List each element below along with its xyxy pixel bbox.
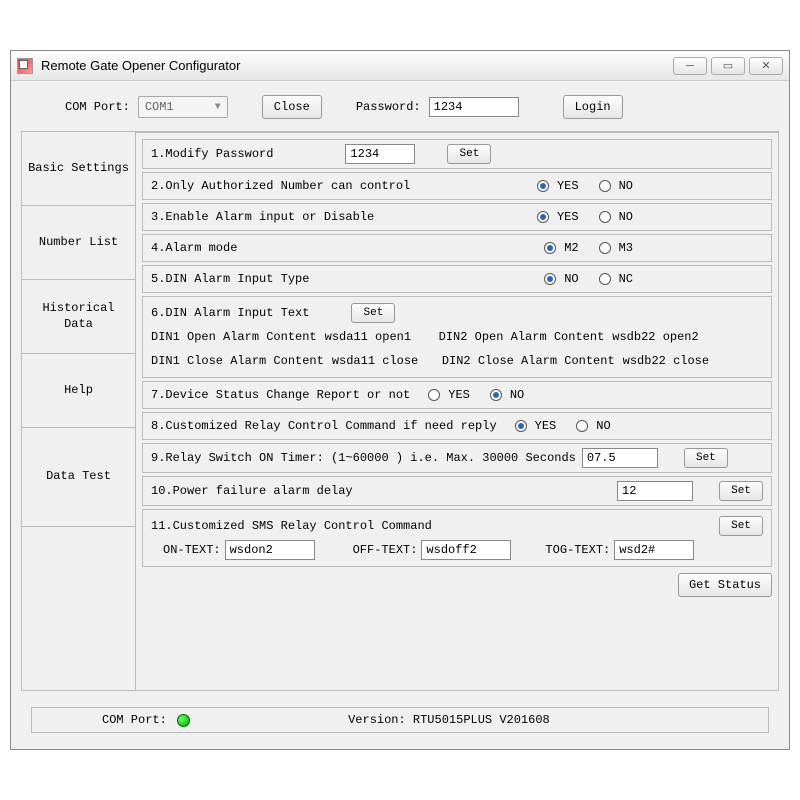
din-text-set-button[interactable]: Set <box>351 303 395 323</box>
authorized-only-label: 2.Only Authorized Number can control <box>151 179 410 193</box>
side-tabs: Basic Settings Number List Historical Da… <box>21 132 135 691</box>
tab-basic-settings[interactable]: Basic Settings <box>21 131 135 206</box>
com-port-label: COM Port: <box>65 100 130 114</box>
alarm-mode-m3-radio[interactable] <box>599 242 611 254</box>
row-din-type: 5.DIN Alarm Input Type NO NC <box>142 265 772 293</box>
power-fail-input[interactable] <box>617 481 693 501</box>
row-authorized-only: 2.Only Authorized Number can control YES… <box>142 172 772 200</box>
authorized-no-label: NO <box>619 179 633 193</box>
din-type-nc-label: NC <box>619 272 633 286</box>
enable-alarm-label: 3.Enable Alarm input or Disable <box>151 210 374 224</box>
settings-panel: 1.Modify Password Set 2.Only Authorized … <box>135 132 779 691</box>
relay-timer-label: 9.Relay Switch ON Timer: (1~60000 ) i.e.… <box>151 451 576 465</box>
relay-timer-input[interactable] <box>582 448 658 468</box>
status-bar: COM Port: Version: RTU5015PLUS V201608 <box>31 707 769 733</box>
din2-open-input[interactable] <box>608 327 706 347</box>
din2-open-label: DIN2 Open Alarm Content <box>439 330 605 344</box>
status-report-yes-radio[interactable] <box>428 389 440 401</box>
login-button[interactable]: Login <box>563 95 623 119</box>
password-label: Password: <box>356 100 421 114</box>
tab-number-list[interactable]: Number List <box>21 205 135 280</box>
din-text-label: 6.DIN Alarm Input Text <box>151 306 309 320</box>
alarm-mode-m2-label: M2 <box>564 241 578 255</box>
row-status-report: 7.Device Status Change Report or not YES… <box>142 381 772 409</box>
status-report-yes-label: YES <box>448 388 470 402</box>
enable-alarm-yes-label: YES <box>557 210 579 224</box>
row-modify-password: 1.Modify Password Set <box>142 139 772 169</box>
tab-historical-data[interactable]: Historical Data <box>21 279 135 354</box>
din2-close-input[interactable] <box>619 351 713 371</box>
tabs-filler <box>21 527 135 691</box>
titlebar: Remote Gate Opener Configurator ─ ▭ ✕ <box>11 51 789 81</box>
authorized-no-radio[interactable] <box>599 180 611 192</box>
alarm-mode-m2-radio[interactable] <box>544 242 556 254</box>
com-status-led-icon <box>177 714 190 727</box>
relay-reply-no-radio[interactable] <box>576 420 588 432</box>
close-port-button[interactable]: Close <box>262 95 322 119</box>
chevron-down-icon: ▼ <box>215 102 221 113</box>
password-input[interactable] <box>429 97 519 117</box>
modify-password-set-button[interactable]: Set <box>447 144 491 164</box>
on-text-label: ON-TEXT: <box>163 543 221 557</box>
row-alarm-mode: 4.Alarm mode M2 M3 <box>142 234 772 262</box>
power-fail-set-button[interactable]: Set <box>719 481 763 501</box>
row-enable-alarm: 3.Enable Alarm input or Disable YES NO <box>142 203 772 231</box>
enable-alarm-no-label: NO <box>619 210 633 224</box>
tab-help[interactable]: Help <box>21 353 135 428</box>
relay-reply-no-label: NO <box>596 419 610 433</box>
tog-text-input[interactable] <box>614 540 694 560</box>
tog-text-label: TOG-TEXT: <box>545 543 610 557</box>
status-report-no-radio[interactable] <box>490 389 502 401</box>
din1-open-label: DIN1 Open Alarm Content <box>151 330 317 344</box>
relay-reply-yes-radio[interactable] <box>515 420 527 432</box>
relay-reply-yes-label: YES <box>535 419 557 433</box>
window-title: Remote Gate Opener Configurator <box>41 58 669 73</box>
enable-alarm-yes-radio[interactable] <box>537 211 549 223</box>
app-window: Remote Gate Opener Configurator ─ ▭ ✕ CO… <box>10 50 790 750</box>
row-relay-reply: 8.Customized Relay Control Command if ne… <box>142 412 772 440</box>
row-power-fail: 10.Power failure alarm delay Set <box>142 476 772 506</box>
on-text-input[interactable] <box>225 540 315 560</box>
modify-password-input[interactable] <box>345 144 415 164</box>
sms-command-set-button[interactable]: Set <box>719 516 763 536</box>
din-type-no-label: NO <box>564 272 578 286</box>
version-label: Version: RTU5015PLUS V201608 <box>348 713 550 727</box>
off-text-label: OFF-TEXT: <box>353 543 418 557</box>
relay-timer-set-button[interactable]: Set <box>684 448 728 468</box>
din1-open-input[interactable] <box>321 327 419 347</box>
status-report-label: 7.Device Status Change Report or not <box>151 388 410 402</box>
modify-password-label: 1.Modify Password <box>151 147 273 161</box>
status-com-label: COM Port: <box>102 713 167 727</box>
close-window-button[interactable]: ✕ <box>749 57 783 75</box>
row-relay-timer: 9.Relay Switch ON Timer: (1~60000 ) i.e.… <box>142 443 772 473</box>
com-port-select[interactable]: COM1 ▼ <box>138 96 228 118</box>
din-type-label: 5.DIN Alarm Input Type <box>151 272 309 286</box>
din1-close-label: DIN1 Close Alarm Content <box>151 354 324 368</box>
tab-data-test[interactable]: Data Test <box>21 427 135 527</box>
alarm-mode-label: 4.Alarm mode <box>151 241 237 255</box>
authorized-yes-radio[interactable] <box>537 180 549 192</box>
enable-alarm-no-radio[interactable] <box>599 211 611 223</box>
alarm-mode-m3-label: M3 <box>619 241 633 255</box>
row-sms-command: 11.Customized SMS Relay Control Command … <box>142 509 772 567</box>
row-din-text: 6.DIN Alarm Input Text Set DIN1 Open Ala… <box>142 296 772 378</box>
connection-bar: COM Port: COM1 ▼ Close Password: Login <box>21 89 779 131</box>
off-text-input[interactable] <box>421 540 511 560</box>
power-fail-label: 10.Power failure alarm delay <box>151 484 353 498</box>
din1-close-input[interactable] <box>328 351 422 371</box>
com-port-value: COM1 <box>145 100 174 114</box>
din-type-nc-radio[interactable] <box>599 273 611 285</box>
din-type-no-radio[interactable] <box>544 273 556 285</box>
din2-close-label: DIN2 Close Alarm Content <box>442 354 615 368</box>
status-report-no-label: NO <box>510 388 524 402</box>
maximize-button[interactable]: ▭ <box>711 57 745 75</box>
authorized-yes-label: YES <box>557 179 579 193</box>
sms-command-label: 11.Customized SMS Relay Control Command <box>151 519 432 533</box>
relay-reply-label: 8.Customized Relay Control Command if ne… <box>151 419 497 433</box>
minimize-button[interactable]: ─ <box>673 57 707 75</box>
get-status-button[interactable]: Get Status <box>678 573 772 597</box>
app-icon <box>17 58 33 74</box>
